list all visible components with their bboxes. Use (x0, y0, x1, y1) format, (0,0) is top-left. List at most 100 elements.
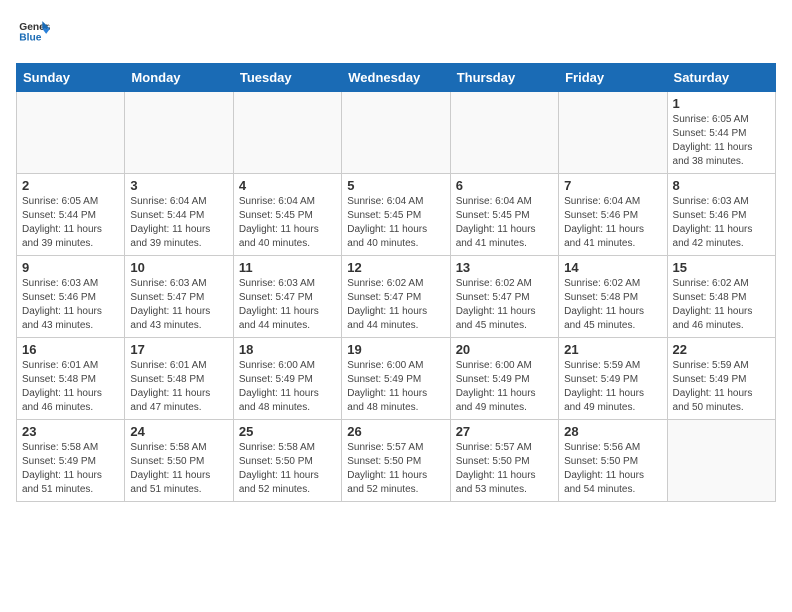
calendar-cell (559, 92, 667, 174)
calendar-cell: 9 Sunrise: 6:03 AM Sunset: 5:46 PM Daylig… (17, 256, 125, 338)
calendar-cell: 6 Sunrise: 6:04 AM Sunset: 5:45 PM Daylig… (450, 174, 558, 256)
calendar-week-row: 9 Sunrise: 6:03 AM Sunset: 5:46 PM Daylig… (17, 256, 776, 338)
calendar-cell: 10 Sunrise: 6:03 AM Sunset: 5:47 PM Dayli… (125, 256, 233, 338)
day-number: 7 (564, 178, 661, 193)
calendar-cell: 15 Sunrise: 6:02 AM Sunset: 5:48 PM Dayli… (667, 256, 775, 338)
calendar-week-row: 1 Sunrise: 6:05 AM Sunset: 5:44 PM Daylig… (17, 92, 776, 174)
day-number: 23 (22, 424, 119, 439)
day-info: Sunrise: 6:02 AM Sunset: 5:48 PM Dayligh… (673, 277, 770, 333)
calendar-cell: 26Sunrise: 5:57 AM Sunset: 5:50 PM Dayli… (342, 420, 450, 502)
calendar-cell: 23Sunrise: 5:58 AM Sunset: 5:49 PM Dayli… (17, 420, 125, 502)
calendar-cell: 4 Sunrise: 6:04 AM Sunset: 5:45 PM Daylig… (233, 174, 341, 256)
logo-icon: General Blue (18, 16, 50, 48)
day-number: 18 (239, 342, 336, 357)
day-info: Sunrise: 6:02 AM Sunset: 5:47 PM Dayligh… (347, 277, 444, 333)
day-info: Sunrise: 6:02 AM Sunset: 5:48 PM Dayligh… (564, 277, 661, 333)
day-number: 6 (456, 178, 553, 193)
weekday-header-monday: Monday (125, 64, 233, 92)
day-info: Sunrise: 6:03 AM Sunset: 5:47 PM Dayligh… (130, 277, 227, 333)
calendar-cell: 22Sunrise: 5:59 AM Sunset: 5:49 PM Dayli… (667, 338, 775, 420)
calendar-week-row: 16 Sunrise: 6:01 AM Sunset: 5:48 PM Dayli… (17, 338, 776, 420)
calendar-cell: 27 Sunrise: 5:57 AM Sunset: 5:50 PM Dayli… (450, 420, 558, 502)
calendar-cell: 17 Sunrise: 6:01 AM Sunset: 5:48 PM Dayli… (125, 338, 233, 420)
day-info: Sunrise: 5:59 AM Sunset: 5:49 PM Dayligh… (564, 359, 661, 415)
page-header: General Blue (16, 16, 776, 53)
calendar-cell: 3 Sunrise: 6:04 AM Sunset: 5:44 PM Daylig… (125, 174, 233, 256)
weekday-header-thursday: Thursday (450, 64, 558, 92)
calendar-cell: 5 Sunrise: 6:04 AM Sunset: 5:45 PM Daylig… (342, 174, 450, 256)
day-info: Sunrise: 6:04 AM Sunset: 5:45 PM Dayligh… (239, 195, 336, 251)
calendar-cell: 25 Sunrise: 5:58 AM Sunset: 5:50 PM Dayli… (233, 420, 341, 502)
day-info: Sunrise: 6:03 AM Sunset: 5:47 PM Dayligh… (239, 277, 336, 333)
calendar-cell: 16 Sunrise: 6:01 AM Sunset: 5:48 PM Dayli… (17, 338, 125, 420)
weekday-header-row: SundayMondayTuesdayWednesdayThursdayFrid… (17, 64, 776, 92)
weekday-header-saturday: Saturday (667, 64, 775, 92)
day-number: 5 (347, 178, 444, 193)
day-info: Sunrise: 6:02 AM Sunset: 5:47 PM Dayligh… (456, 277, 553, 333)
calendar-cell (17, 92, 125, 174)
day-info: Sunrise: 6:03 AM Sunset: 5:46 PM Dayligh… (673, 195, 770, 251)
day-info: Sunrise: 6:04 AM Sunset: 5:46 PM Dayligh… (564, 195, 661, 251)
day-info: Sunrise: 6:03 AM Sunset: 5:46 PM Dayligh… (22, 277, 119, 333)
day-number: 17 (130, 342, 227, 357)
day-number: 24 (130, 424, 227, 439)
day-info: Sunrise: 6:05 AM Sunset: 5:44 PM Dayligh… (673, 113, 770, 169)
day-number: 25 (239, 424, 336, 439)
day-info: Sunrise: 5:57 AM Sunset: 5:50 PM Dayligh… (456, 441, 553, 497)
svg-text:Blue: Blue (19, 32, 41, 43)
day-number: 9 (22, 260, 119, 275)
day-info: Sunrise: 5:58 AM Sunset: 5:50 PM Dayligh… (239, 441, 336, 497)
calendar-cell: 2Sunrise: 6:05 AM Sunset: 5:44 PM Daylig… (17, 174, 125, 256)
weekday-header-wednesday: Wednesday (342, 64, 450, 92)
day-info: Sunrise: 5:58 AM Sunset: 5:50 PM Dayligh… (130, 441, 227, 497)
day-info: Sunrise: 6:00 AM Sunset: 5:49 PM Dayligh… (239, 359, 336, 415)
calendar-cell: 14 Sunrise: 6:02 AM Sunset: 5:48 PM Dayli… (559, 256, 667, 338)
calendar-cell: 24 Sunrise: 5:58 AM Sunset: 5:50 PM Dayli… (125, 420, 233, 502)
calendar-cell: 1 Sunrise: 6:05 AM Sunset: 5:44 PM Daylig… (667, 92, 775, 174)
day-number: 3 (130, 178, 227, 193)
day-number: 14 (564, 260, 661, 275)
day-info: Sunrise: 6:04 AM Sunset: 5:44 PM Dayligh… (130, 195, 227, 251)
calendar-cell (667, 420, 775, 502)
day-info: Sunrise: 6:01 AM Sunset: 5:48 PM Dayligh… (22, 359, 119, 415)
day-number: 16 (22, 342, 119, 357)
day-number: 4 (239, 178, 336, 193)
calendar-week-row: 2Sunrise: 6:05 AM Sunset: 5:44 PM Daylig… (17, 174, 776, 256)
day-number: 27 (456, 424, 553, 439)
calendar-cell: 28 Sunrise: 5:56 AM Sunset: 5:50 PM Dayli… (559, 420, 667, 502)
day-number: 21 (564, 342, 661, 357)
day-number: 28 (564, 424, 661, 439)
calendar-cell: 7 Sunrise: 6:04 AM Sunset: 5:46 PM Daylig… (559, 174, 667, 256)
calendar-week-row: 23Sunrise: 5:58 AM Sunset: 5:49 PM Dayli… (17, 420, 776, 502)
weekday-header-tuesday: Tuesday (233, 64, 341, 92)
day-info: Sunrise: 6:04 AM Sunset: 5:45 PM Dayligh… (456, 195, 553, 251)
day-number: 1 (673, 96, 770, 111)
calendar-cell: 13 Sunrise: 6:02 AM Sunset: 5:47 PM Dayli… (450, 256, 558, 338)
calendar-cell: 8 Sunrise: 6:03 AM Sunset: 5:46 PM Daylig… (667, 174, 775, 256)
day-number: 2 (22, 178, 119, 193)
day-number: 15 (673, 260, 770, 275)
day-info: Sunrise: 5:56 AM Sunset: 5:50 PM Dayligh… (564, 441, 661, 497)
day-number: 13 (456, 260, 553, 275)
calendar-table: SundayMondayTuesdayWednesdayThursdayFrid… (16, 63, 776, 502)
calendar-cell (450, 92, 558, 174)
calendar-cell (342, 92, 450, 174)
calendar-cell: 11Sunrise: 6:03 AM Sunset: 5:47 PM Dayli… (233, 256, 341, 338)
calendar-cell: 20 Sunrise: 6:00 AM Sunset: 5:49 PM Dayli… (450, 338, 558, 420)
day-info: Sunrise: 6:00 AM Sunset: 5:49 PM Dayligh… (456, 359, 553, 415)
day-info: Sunrise: 5:59 AM Sunset: 5:49 PM Dayligh… (673, 359, 770, 415)
weekday-header-sunday: Sunday (17, 64, 125, 92)
calendar-cell: 12Sunrise: 6:02 AM Sunset: 5:47 PM Dayli… (342, 256, 450, 338)
calendar-cell: 21 Sunrise: 5:59 AM Sunset: 5:49 PM Dayli… (559, 338, 667, 420)
day-number: 10 (130, 260, 227, 275)
day-info: Sunrise: 5:57 AM Sunset: 5:50 PM Dayligh… (347, 441, 444, 497)
day-info: Sunrise: 6:01 AM Sunset: 5:48 PM Dayligh… (130, 359, 227, 415)
day-info: Sunrise: 6:04 AM Sunset: 5:45 PM Dayligh… (347, 195, 444, 251)
day-number: 8 (673, 178, 770, 193)
calendar-cell: 19Sunrise: 6:00 AM Sunset: 5:49 PM Dayli… (342, 338, 450, 420)
day-number: 20 (456, 342, 553, 357)
day-number: 19 (347, 342, 444, 357)
weekday-header-friday: Friday (559, 64, 667, 92)
logo: General Blue (16, 16, 50, 53)
calendar-cell (125, 92, 233, 174)
